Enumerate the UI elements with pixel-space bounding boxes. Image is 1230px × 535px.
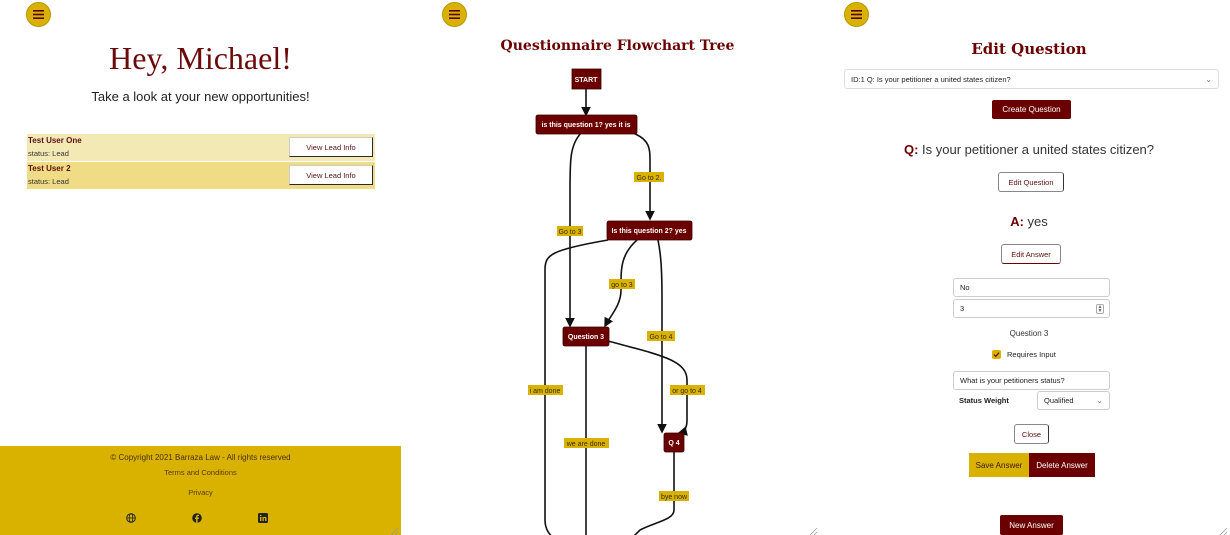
next-question-number-input[interactable]: 3 ▲ ▼: [953, 299, 1110, 318]
flow-node-q3[interactable]: Question 3: [562, 326, 610, 347]
number-input-value: 3: [960, 304, 965, 313]
edge-label: we are done: [564, 438, 609, 448]
view-lead-info-button[interactable]: View Lead Info: [289, 165, 373, 185]
chevron-down-icon: ⌄: [1205, 75, 1212, 84]
resize-handle-icon[interactable]: [1218, 523, 1228, 535]
terms-link[interactable]: Terms and Conditions: [0, 468, 401, 477]
answer-input-value: No: [960, 283, 970, 292]
question-text: Is your petitioner a united states citiz…: [922, 142, 1155, 157]
delete-answer-button[interactable]: Delete Answer: [1029, 453, 1095, 477]
lead-name: Test User One: [28, 136, 82, 145]
flow-node-q2[interactable]: Is this question 2? yes: [606, 220, 693, 241]
lead-row: Test User One status: Lead View Lead Inf…: [27, 134, 375, 161]
privacy-link[interactable]: Privacy: [0, 488, 401, 497]
flow-node-q4[interactable]: Q 4: [663, 432, 685, 453]
hamburger-menu-button[interactable]: [26, 2, 51, 27]
edit-answer-button[interactable]: Edit Answer: [1001, 244, 1061, 264]
lead-name: Test User 2: [28, 164, 71, 173]
create-question-button[interactable]: Create Question: [992, 100, 1071, 119]
answer-display: A: yes: [828, 214, 1230, 229]
edit-question-button[interactable]: Edit Question: [998, 172, 1064, 192]
status-weight-value: Qualified: [1044, 396, 1074, 405]
edge-label-text: we are done: [566, 441, 606, 448]
hamburger-icon: [33, 10, 44, 19]
edge-label: or go to 4: [670, 385, 705, 395]
lead-status: status: Lead: [28, 177, 69, 186]
stepper-icon[interactable]: ▲ ▼: [1096, 304, 1104, 314]
requires-input-row: Requires Input: [992, 350, 1056, 359]
facebook-icon[interactable]: [192, 510, 202, 523]
hamburger-menu-button[interactable]: [844, 2, 869, 27]
flow-node-q1[interactable]: is this question 1? yes it is: [535, 114, 638, 135]
status-weight-label: Status Weight: [959, 396, 1009, 405]
requires-input-label: Requires Input: [1007, 350, 1056, 359]
chevron-down-icon: ⌄: [1096, 396, 1103, 405]
checkmark-icon: [993, 352, 1000, 358]
question-display: Q: Is your petitioner a united states ci…: [828, 142, 1230, 157]
question-select[interactable]: ID:1 Q: Is your petitioner a united stat…: [844, 69, 1219, 89]
flowchart-diagram: Go to 2. Go to 3 go to 3 Go to 4 i am do…: [528, 68, 705, 535]
resize-handle-icon[interactable]: [808, 523, 818, 535]
edge-label: Go to 2.: [634, 172, 664, 182]
new-answer-button[interactable]: New Answer: [1000, 515, 1063, 535]
copyright-text: © Copyright 2021 Barraza Law - All right…: [110, 453, 291, 462]
greeting-subtitle: Take a look at your new opportunities!: [91, 89, 310, 104]
resize-handle-icon[interactable]: [389, 523, 399, 535]
requires-input-checkbox[interactable]: [992, 350, 1001, 359]
node-label: is this question 1? yes it is: [541, 122, 630, 129]
edge-label: Go to 3: [557, 226, 583, 236]
answer-input[interactable]: No: [953, 278, 1110, 297]
edge-label-text: go to 3: [611, 282, 633, 289]
edge-label: Go to 4: [647, 331, 675, 341]
edge-label-text: Go to 2.: [637, 175, 662, 182]
globe-icon[interactable]: [126, 510, 136, 523]
input-prompt-field[interactable]: What is your petitioners status?: [953, 371, 1110, 390]
edge-label: go to 3: [609, 279, 635, 289]
edge-label: i am done: [528, 385, 563, 395]
edge-label: bye now: [659, 491, 689, 501]
node-label: Is this question 2? yes: [611, 228, 686, 235]
edge-label-text: Go to 3: [559, 229, 582, 236]
page-title: Edit Question: [971, 40, 1087, 58]
edge-label-text: Go to 4: [650, 334, 673, 341]
edge-label-text: bye now: [661, 494, 688, 501]
edit-question-panel: Edit Question ID:1 Q: Is your petitioner…: [828, 0, 1230, 535]
edge-label-text: or go to 4: [672, 388, 702, 395]
flow-node-start[interactable]: START: [571, 68, 602, 90]
question-select-value: ID:1 Q: Is your petitioner a united stat…: [851, 74, 1011, 84]
footer: © Copyright 2021 Barraza Law - All right…: [0, 446, 401, 535]
next-question-label: Question 3: [1009, 329, 1049, 338]
dashboard-panel: Hey, Michael! Take a look at your new op…: [0, 0, 401, 535]
input-prompt-value: What is your petitioners status?: [960, 376, 1065, 385]
node-label: Question 3: [568, 334, 604, 341]
hamburger-icon: [851, 10, 862, 19]
node-label: Q 4: [668, 440, 679, 447]
question-prefix: Q:: [903, 142, 919, 157]
status-weight-select[interactable]: Qualified ⌄: [1037, 391, 1110, 410]
flowchart-panel: Questionnaire Flowchart Tree Go to 2. Go…: [415, 0, 820, 535]
close-button[interactable]: Close: [1014, 424, 1049, 444]
edge-label-text: i am done: [530, 388, 561, 395]
greeting-heading: Hey, Michael!: [109, 40, 292, 76]
linkedin-icon[interactable]: [258, 510, 268, 523]
save-answer-button[interactable]: Save Answer: [969, 453, 1029, 477]
lead-row: Test User 2 status: Lead View Lead Info: [27, 162, 375, 189]
answer-text: yes: [1027, 214, 1048, 229]
view-lead-info-button[interactable]: View Lead Info: [289, 137, 373, 157]
lead-status: status: Lead: [28, 149, 69, 158]
answer-prefix: A:: [1010, 214, 1024, 229]
node-label: START: [575, 77, 599, 84]
